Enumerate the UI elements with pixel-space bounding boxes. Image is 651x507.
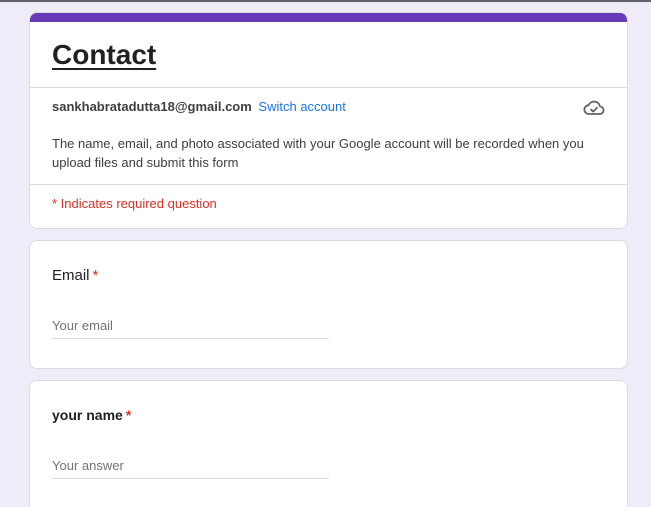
name-field[interactable] xyxy=(52,453,329,479)
required-asterisk: * xyxy=(92,267,99,284)
divider xyxy=(30,87,627,88)
account-email: sankhabratadutta18@gmail.com xyxy=(52,99,252,114)
question-title: Email xyxy=(52,267,90,284)
question-card-email: Email * xyxy=(29,240,628,369)
required-note: * Indicates required question xyxy=(52,196,217,211)
privacy-notice: The name, email, and photo associated wi… xyxy=(52,136,584,170)
required-asterisk: * xyxy=(125,407,132,423)
question-card-name: your name * xyxy=(29,380,628,507)
email-field[interactable] xyxy=(52,313,329,339)
cloud-check-icon[interactable] xyxy=(583,99,605,117)
form-header-card: Contact sankhabratadutta18@gmail.com Swi… xyxy=(29,12,628,229)
question-label: Email * xyxy=(52,267,98,284)
divider xyxy=(30,184,627,185)
form-title: Contact xyxy=(52,39,157,70)
question-title: your name xyxy=(52,407,123,423)
window-top-border xyxy=(0,0,651,2)
account-row: sankhabratadutta18@gmail.com Switch acco… xyxy=(52,99,346,114)
switch-account-link[interactable]: Switch account xyxy=(258,99,345,114)
question-label: your name * xyxy=(52,407,131,423)
accent-bar xyxy=(30,13,627,22)
